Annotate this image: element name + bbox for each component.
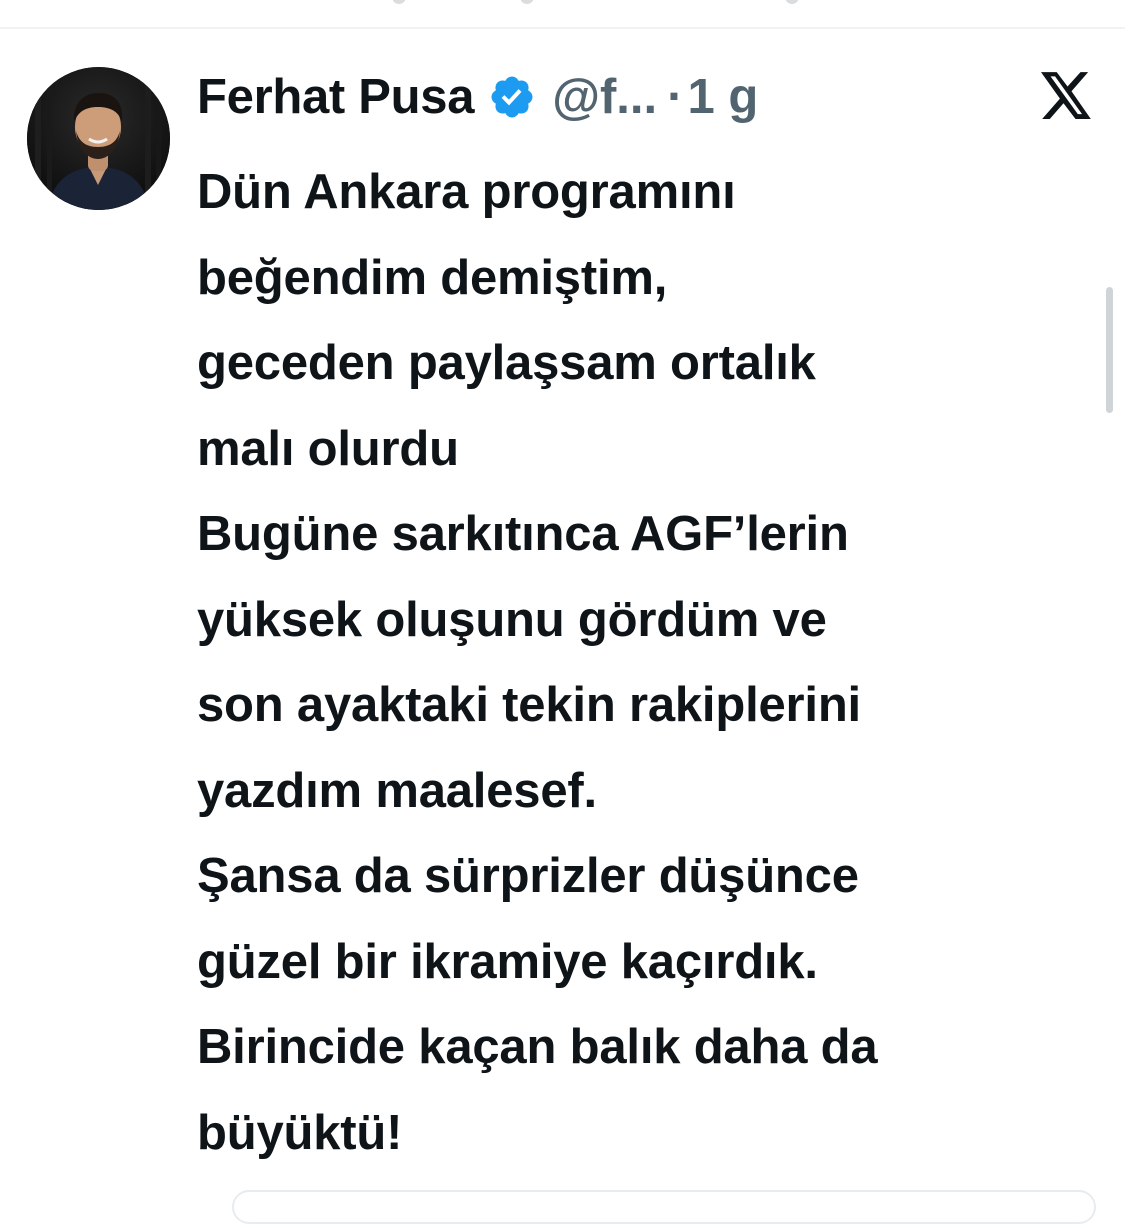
top-divider [0,27,1125,29]
scrollbar[interactable] [1106,287,1113,413]
header-separator: · [667,70,684,124]
tweet-text-line: büyüktü! [197,1105,403,1160]
cut-off-action-icons [0,0,1125,10]
tweet-text-line: Dün Ankara programını [197,165,736,219]
tweet-text-line: geceden paylaşsam ortalık [197,336,816,390]
tweet-text-line: beğendim demiştim, [197,250,668,305]
avatar-photo [27,67,170,210]
tweet-text-line: son ayaktaki tekin rakiplerini [197,678,861,732]
tweet-text-line: Şansa da sürprizler düşünce [197,849,859,903]
tweet-text-line: malı olurdu [197,421,459,476]
tweet-text-line: yazdım maalesef. [197,763,597,818]
timestamp[interactable]: 1 g [687,69,758,125]
tweet-text-line: güzel bir ikramiye kaçırdık. [197,934,818,989]
embedded-card-edge[interactable] [232,1190,1096,1224]
verified-badge-icon [488,73,536,121]
author-handle[interactable]: @f... [552,69,657,125]
author-name[interactable]: Ferhat Pusa [197,69,474,125]
tweet-text-line: Bugüne sarkıtınca AGF’lerin [197,507,849,561]
avatar[interactable] [27,67,170,210]
x-logo-icon [1041,72,1093,120]
tweet-text: Dün Ankara programını beğendim demiştim,… [197,150,1112,1176]
tweet-text-line: Birincide kaçan balık daha da [197,1020,878,1074]
tweet-header: Ferhat Pusa @f... · 1 g [197,66,758,128]
tweet-text-line: yüksek oluşunu gördüm ve [197,592,827,647]
